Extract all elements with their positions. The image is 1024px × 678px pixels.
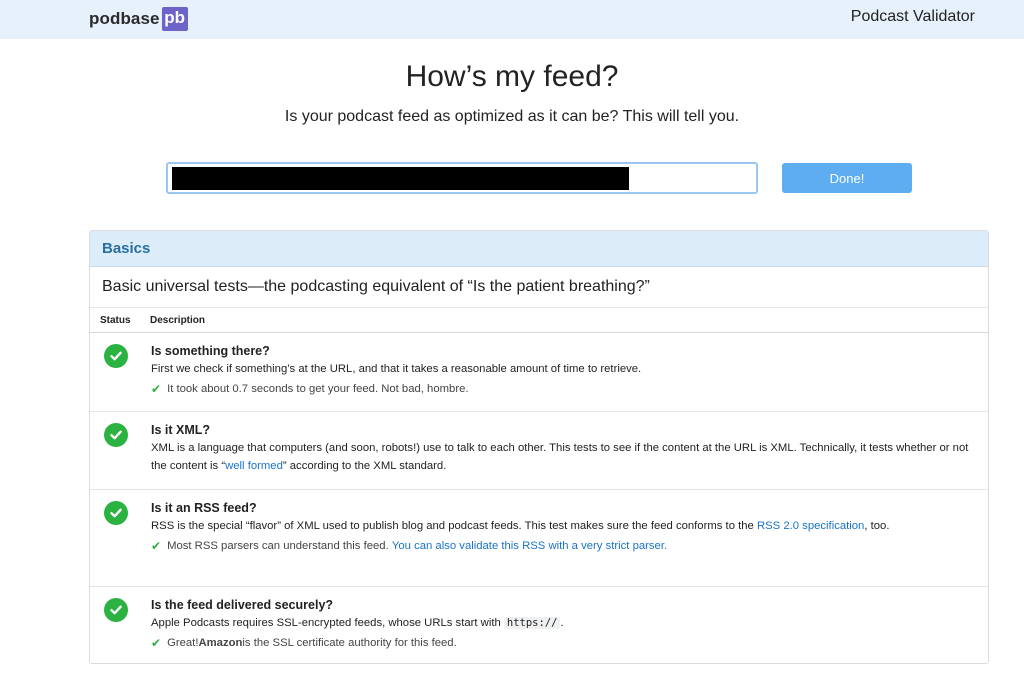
test-description: First we check if something’s at the URL… <box>151 363 642 375</box>
test-description-text-end: , too. <box>864 520 890 532</box>
test-description-text-end: . <box>560 617 564 629</box>
test-result-text: Most RSS parsers can understand this fee… <box>167 540 389 552</box>
test-description: RSS is the special “flavor” of XML used … <box>151 517 978 535</box>
check-circle-icon <box>104 344 128 368</box>
podbase-logo[interactable]: podbase pb <box>89 6 188 32</box>
test-result: ✔ Great! Amazon is the SSL certificate a… <box>151 634 978 652</box>
logo-text: podbase <box>89 9 160 28</box>
test-result: ✔ It took about 0.7 seconds to get your … <box>151 380 978 398</box>
strict-parser-link[interactable]: You can also validate this RSS with a ve… <box>392 537 667 555</box>
basics-description: Basic universal tests—the podcasting equ… <box>90 267 988 308</box>
redacted-url-value <box>172 167 629 190</box>
check-icon: ✔ <box>151 636 162 650</box>
test-description: XML is a language that computers (and so… <box>151 439 978 475</box>
test-result: ✔ Most RSS parsers can understand this f… <box>151 537 978 555</box>
test-title: Is it an RSS feed? <box>151 501 257 515</box>
feed-url-input[interactable] <box>166 162 758 194</box>
test-description-text-end: ” according to the XML standard. <box>282 460 447 472</box>
basics-title: Basics <box>102 240 151 257</box>
table-row: Is it XML? XML is a language that comput… <box>90 412 988 490</box>
check-circle-icon <box>104 598 128 622</box>
test-description-text: Apple Podcasts requires SSL-encrypted fe… <box>151 617 504 629</box>
test-result-text-end: is the SSL certificate authority for thi… <box>242 637 457 649</box>
https-code: https:// <box>503 617 561 629</box>
test-title: Is the feed delivered securely? <box>151 598 334 612</box>
check-circle-icon <box>104 423 128 447</box>
top-navigation-bar: podbase pb Podcast Validator <box>0 0 1024 39</box>
well-formed-link[interactable]: well formed <box>225 460 283 472</box>
table-row: Is something there? First we check if so… <box>90 333 988 412</box>
rss-spec-link[interactable]: RSS 2.0 specification <box>757 520 864 532</box>
page-subtitle: Is your podcast feed as optimized as it … <box>284 108 740 125</box>
table-row: Is the feed delivered securely? Apple Po… <box>90 587 988 663</box>
page-title: How’s my feed? <box>405 60 619 93</box>
description-column-header: Description <box>150 315 206 326</box>
test-title: Is it XML? <box>151 423 211 437</box>
results-table-header: Status Description <box>90 308 988 333</box>
test-description-text: RSS is the special “flavor” of XML used … <box>151 520 757 532</box>
status-column-header: Status <box>100 315 131 326</box>
logo-mark: pb <box>161 7 188 31</box>
check-icon: ✔ <box>151 382 162 396</box>
test-result-text: Great! <box>167 637 199 649</box>
basics-panel: Basics Basic universal tests—the podcast… <box>89 230 989 664</box>
ssl-authority-name: Amazon <box>198 637 243 649</box>
table-row: Is it an RSS feed? RSS is the special “f… <box>90 490 988 587</box>
check-icon: ✔ <box>151 539 162 553</box>
check-circle-icon <box>104 501 128 525</box>
done-button[interactable]: Done! <box>782 163 912 193</box>
test-title: Is something there? <box>151 344 270 358</box>
test-description: Apple Podcasts requires SSL-encrypted fe… <box>151 614 978 632</box>
basics-panel-header: Basics <box>90 231 988 267</box>
app-name-link[interactable]: Podcast Validator <box>851 8 975 26</box>
test-result-text: It took about 0.7 seconds to get your fe… <box>167 383 469 395</box>
